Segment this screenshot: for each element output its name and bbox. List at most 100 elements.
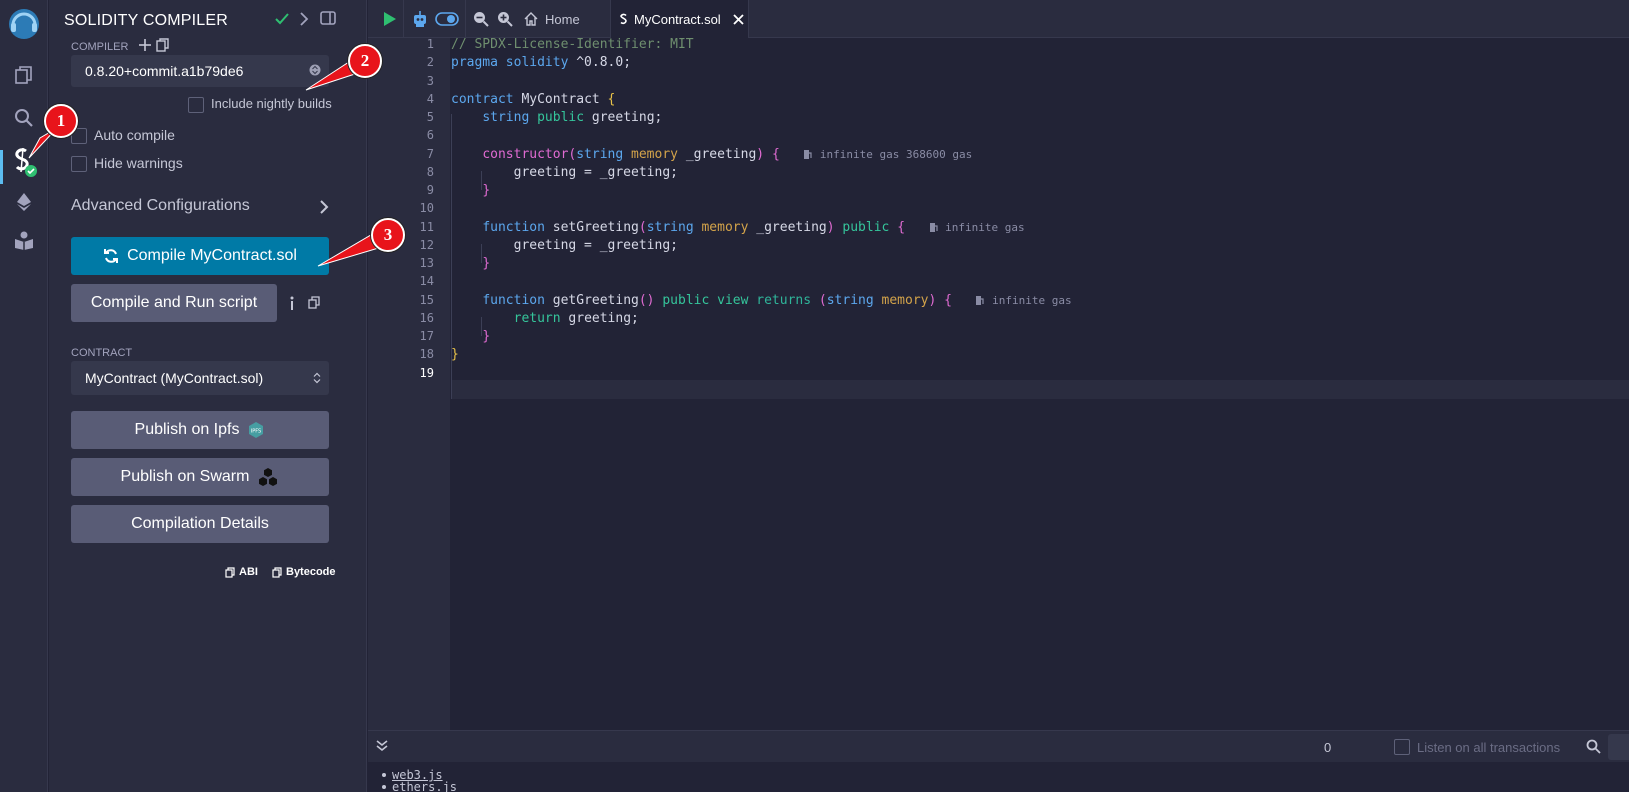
compiler-label: COMPILER [71,41,129,53]
solidity-compiler-icon[interactable] [0,142,48,182]
publish-swarm-button[interactable]: Publish on Swarm [71,458,329,496]
publish-ipfs-button[interactable]: Publish on Ipfs IPFS [71,411,329,449]
callout-3: 3 [371,218,405,252]
icon-bar [0,0,48,792]
callout-1: 1 [44,104,78,138]
line-number: 1 [426,37,434,51]
zoom-out-icon[interactable] [471,9,491,29]
hide-warnings-checkbox[interactable] [71,156,87,172]
solidity-compiler-panel: SOLIDITY COMPILER COMPILER 0.8.20+commit… [49,0,367,792]
compile-button[interactable]: Compile MyContract.sol [71,237,329,275]
select-arrows-icon [309,64,321,76]
tab-file-label: MyContract.sol [634,11,721,27]
file-explorer-icon[interactable] [0,55,48,95]
contract-select-value: MyContract (MyContract.sol) [85,370,264,386]
publish-ipfs-label: Publish on Ipfs [134,421,240,438]
contract-select[interactable]: MyContract (MyContract.sol) [71,361,329,395]
gas-estimate-1: infinite gas 368600 gas [803,148,972,161]
bytecode-copy-link[interactable]: Bytecode [272,566,336,578]
hide-warnings-label: Hide warnings [94,155,183,171]
line-number: 9 [426,183,434,197]
svg-text:IPFS: IPFS [251,429,261,435]
line-number: 17 [419,329,434,343]
solidity-file-icon [619,13,628,26]
ai-copilot-icon[interactable] [410,9,430,29]
chevron-right-icon[interactable] [299,12,309,26]
line-number: 6 [426,128,434,143]
refresh-icon [103,248,119,264]
tab-home[interactable]: Home [518,0,604,38]
copy-icon [272,566,282,578]
search-icon[interactable] [0,98,48,138]
plugin-manager-icon[interactable] [0,220,48,260]
advanced-config-toggle[interactable]: Advanced Configurations [71,197,250,215]
remix-logo-icon[interactable] [0,4,48,44]
advanced-chevron-icon[interactable] [319,199,329,215]
check-icon [275,13,289,25]
terminal-filter-input[interactable] [1608,734,1629,760]
line-number: 13 [419,256,434,270]
pending-tx-count: 0 [1324,740,1332,755]
deploy-run-icon[interactable] [0,182,48,222]
copilot-toggle[interactable] [434,9,460,29]
line-number: 2 [426,55,434,70]
contract-label: CONTRACT [71,347,133,359]
add-compiler-icon[interactable] [139,39,151,51]
line-number: 15 [419,292,434,307]
compile-run-button[interactable]: Compile and Run script [71,284,277,322]
panel-toggle-icon[interactable] [320,11,336,25]
code-line-5: string public greeting; [482,110,663,125]
divider [465,0,466,38]
listen-transactions-checkbox[interactable] [1394,739,1410,755]
zoom-in-icon[interactable] [495,9,515,29]
info-icon[interactable] [289,296,295,310]
home-icon [524,12,538,26]
abi-copy-link[interactable]: ABI [225,566,258,578]
callout-2: 2 [348,44,382,78]
close-tab-icon[interactable] [733,13,744,25]
compile-button-label: Compile MyContract.sol [127,247,297,264]
compilation-details-button[interactable]: Compilation Details [71,505,329,543]
copy-icon[interactable] [308,296,320,309]
line-number: 16 [419,310,434,325]
code-line-11: function setGreeting(string memory _gree… [482,220,1025,235]
select-arrows-icon [313,372,321,384]
include-nightly-label: Include nightly builds [211,96,332,111]
line-number: 19 [419,365,434,380]
terminal-link-ethers[interactable]: ethers.js [382,780,457,792]
divider [748,0,749,38]
line-number-gutter: 1 2 3 4 5 6 7 8 9 10 11 12 13 14 15 16 17 18 19 [368,37,450,730]
line-number: 14 [419,274,434,289]
code-line-15: function getGreeting() public view retur… [482,293,1072,308]
search-icon[interactable] [1586,739,1601,754]
code-line-1: // SPDX-License-Identifier: MIT [451,37,694,52]
load-file-icon[interactable] [156,38,169,52]
line-number: 5 [426,110,434,124]
gas-estimate-2: infinite gas [929,221,1025,234]
ipfs-icon: IPFS [247,421,265,439]
line-number: 7 [426,146,434,161]
compiler-version-value: 0.8.20+commit.a1b79de6 [85,63,244,79]
line-number: 4 [426,91,434,106]
listen-transactions-label: Listen on all transactions [1417,740,1561,755]
code-line-12: greeting = _greeting; [451,238,678,253]
code-line-17: } [482,329,491,344]
publish-swarm-label: Publish on Swarm [120,468,250,485]
code-editor[interactable]: 1 2 3 4 5 6 7 8 9 10 11 12 13 14 15 16 17 18 19 // SPDX-Li… [368,37,1629,730]
editor-topbar: Home MyContract.sol [368,0,1629,38]
bytecode-label: Bytecode [286,566,336,578]
line-number: 18 [419,347,434,362]
code-line-18: } [451,347,459,362]
tab-mycontract[interactable]: MyContract.sol [611,0,748,38]
auto-compile-label: Auto compile [94,127,175,143]
line-number: 10 [419,201,434,216]
run-script-icon[interactable] [380,9,400,29]
panel-title: SOLIDITY COMPILER [64,12,229,29]
bullet [382,773,386,777]
divider [403,0,404,38]
current-line-highlight [451,380,1629,399]
compiler-version-select[interactable]: 0.8.20+commit.a1b79de6 [71,55,329,87]
include-nightly-checkbox[interactable] [188,97,204,113]
collapse-terminal-icon[interactable] [376,740,388,752]
tab-home-label: Home [545,11,580,27]
